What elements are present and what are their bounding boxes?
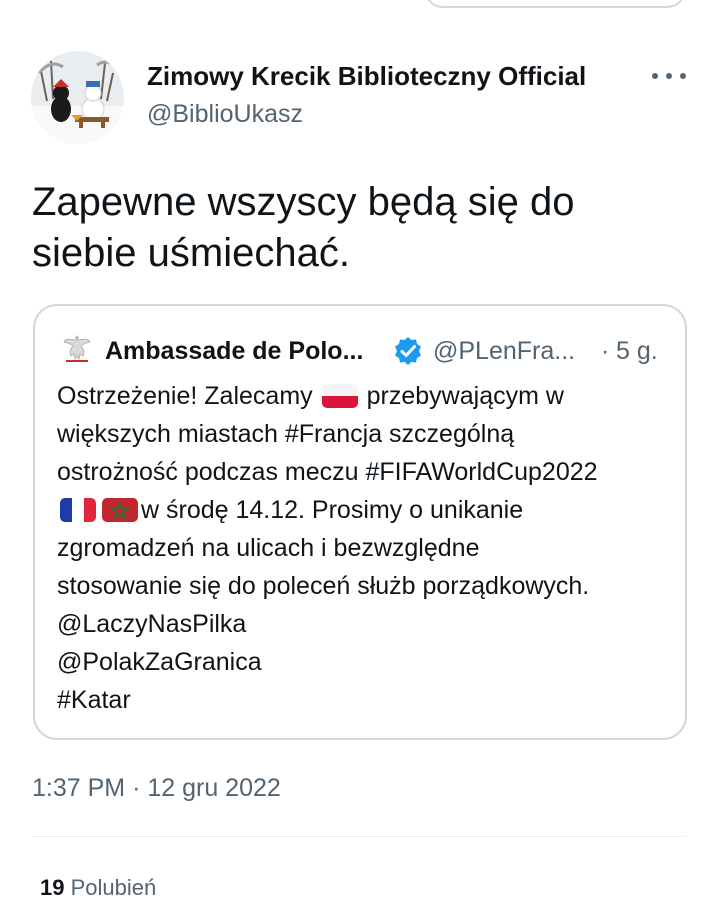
- tweet-text: Zapewne wszyscy będą się do siebie uśmie…: [32, 180, 575, 275]
- user-handle[interactable]: @BiblioUkasz: [147, 100, 303, 129]
- flag-france-icon: [60, 498, 96, 522]
- quoted-separator: ·: [601, 337, 610, 365]
- quoted-timestamp[interactable]: 5 g.: [616, 337, 658, 366]
- quoted-text-line: zgromadzeń na ulicach i bezwzględne: [57, 534, 480, 562]
- tweet-date[interactable]: 12 gru 2022: [147, 774, 280, 802]
- quoted-text-segment: w środę 14.12. Prosimy o unikanie: [141, 496, 524, 524]
- top-reply-button-edge[interactable]: [424, 0, 686, 8]
- display-name[interactable]: Zimowy Krecik Biblioteczny Official: [147, 61, 586, 92]
- flag-morocco-icon: [102, 498, 138, 522]
- flag-poland-icon: [321, 384, 358, 408]
- quoted-text-segment: Ostrzeżenie! Zalecamy: [57, 382, 313, 410]
- quoted-text-line: ostrożność podczas meczu #FIFAWorldCup20…: [57, 458, 598, 486]
- quoted-text-line: w środę 14.12. Prosimy o unikanie: [57, 491, 677, 529]
- quoted-tweet-card[interactable]: Ambassade de Polo... @PLenFra... · 5 g. …: [33, 304, 687, 740]
- polish-eagle-emblem-icon: [62, 332, 92, 364]
- verified-badge-icon: [392, 335, 424, 367]
- quoted-text-line: stosowanie się do poleceń służb porządko…: [57, 572, 590, 600]
- likes-count-link[interactable]: 19 Polubień: [40, 875, 156, 901]
- quoted-text-line: #Katar: [57, 686, 131, 714]
- avatar[interactable]: [31, 51, 124, 144]
- meta-separator: ·: [132, 774, 141, 802]
- quoted-display-name[interactable]: Ambassade de Polo...: [105, 337, 363, 366]
- more-horizontal-icon[interactable]: [652, 64, 686, 88]
- quoted-text-line: większych miastach #Francja szczególną: [57, 420, 515, 448]
- likes-label: Polubień: [70, 875, 157, 900]
- tweet-timestamp[interactable]: 1:37 PM · 12 gru 2022: [32, 774, 281, 803]
- divider: [32, 836, 687, 837]
- quoted-text-line: Ostrzeżenie! Zalecamy przebywającym w: [57, 377, 677, 415]
- quoted-tweet-text: Ostrzeżenie! Zalecamy przebywającym w wi…: [57, 377, 677, 719]
- quoted-text-line: @LaczyNasPilka: [57, 610, 247, 638]
- tweet-time[interactable]: 1:37 PM: [32, 774, 125, 802]
- likes-count: 19: [40, 875, 65, 900]
- quoted-handle[interactable]: @PLenFra...: [433, 337, 575, 366]
- quoted-text-line: @PolakZaGranica: [57, 648, 262, 676]
- quoted-text-segment: przebywającym w: [366, 382, 564, 410]
